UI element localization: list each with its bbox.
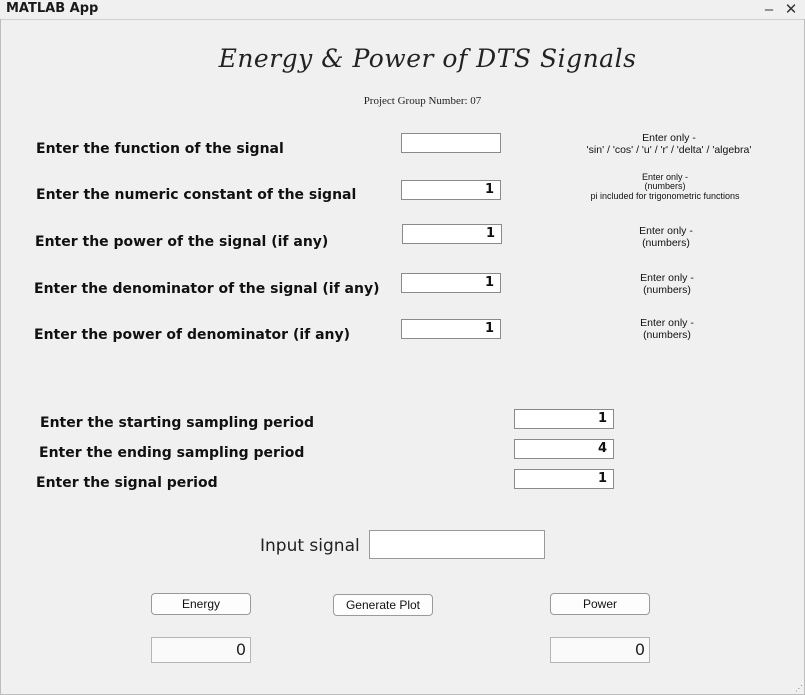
denominator-hint-line1: Enter only - (640, 272, 694, 284)
power-hint: Enter only - (numbers) (616, 225, 716, 249)
constant-label: Enter the numeric constant of the signal (36, 187, 357, 203)
denominator-power-hint: Enter only - (numbers) (617, 317, 717, 341)
power-hint-line2: (numbers) (642, 237, 690, 250)
denominator-label: Enter the denominator of the signal (if … (34, 281, 380, 297)
function-hint-line1: Enter only - (642, 132, 696, 144)
start-sampling-input[interactable]: 1 (514, 409, 614, 429)
denominator-power-hint-line1: Enter only - (640, 317, 694, 329)
input-signal-label: Input signal (260, 536, 360, 556)
energy-button[interactable]: Energy (151, 593, 251, 615)
constant-hint: Enter only - (numbers) pi included for t… (580, 172, 750, 201)
denominator-hint: Enter only - (numbers) (617, 272, 717, 296)
power-button[interactable]: Power (550, 593, 650, 615)
function-hint-line2: 'sin' / 'cos' / 'u' / 'r' / 'delta' / 'a… (586, 144, 752, 157)
minimize-button[interactable]: – (759, 0, 779, 19)
energy-output: 0 (151, 637, 251, 663)
project-group-label: Project Group Number: 07 (363, 95, 482, 107)
power-output: 0 (550, 637, 650, 663)
function-label: Enter the function of the signal (36, 141, 284, 157)
window-border-left (0, 19, 1, 695)
constant-hint-line3: pi included for trigonometric functions (590, 190, 740, 201)
power-input[interactable]: 1 (402, 224, 502, 244)
function-input[interactable] (401, 133, 501, 153)
start-sampling-label: Enter the starting sampling period (40, 415, 314, 431)
denominator-power-input[interactable]: 1 (401, 319, 501, 339)
denominator-power-label: Enter the power of denominator (if any) (34, 327, 351, 343)
end-sampling-label: Enter the ending sampling period (39, 445, 305, 461)
resize-grip-icon[interactable]: ⋰ (795, 684, 803, 693)
power-label: Enter the power of the signal (if any) (35, 234, 329, 250)
close-button[interactable]: ✕ (781, 0, 801, 19)
end-sampling-input[interactable]: 4 (514, 439, 614, 459)
denominator-hint-line2: (numbers) (643, 284, 691, 297)
signal-period-input[interactable]: 1 (514, 469, 614, 489)
denominator-power-hint-line2: (numbers) (643, 329, 691, 342)
window-title: MATLAB App (6, 1, 99, 16)
denominator-input[interactable]: 1 (401, 273, 501, 293)
page-title: Energy & Power of DTS Signals (218, 44, 637, 73)
signal-period-label: Enter the signal period (36, 475, 218, 491)
function-hint: Enter only - 'sin' / 'cos' / 'u' / 'r' /… (560, 132, 778, 156)
generate-plot-button[interactable]: Generate Plot (333, 594, 433, 616)
input-signal-field[interactable] (369, 530, 545, 559)
window-titlebar: MATLAB App – ✕ (0, 0, 805, 20)
power-hint-line1: Enter only - (639, 225, 693, 237)
constant-input[interactable]: 1 (401, 180, 501, 200)
